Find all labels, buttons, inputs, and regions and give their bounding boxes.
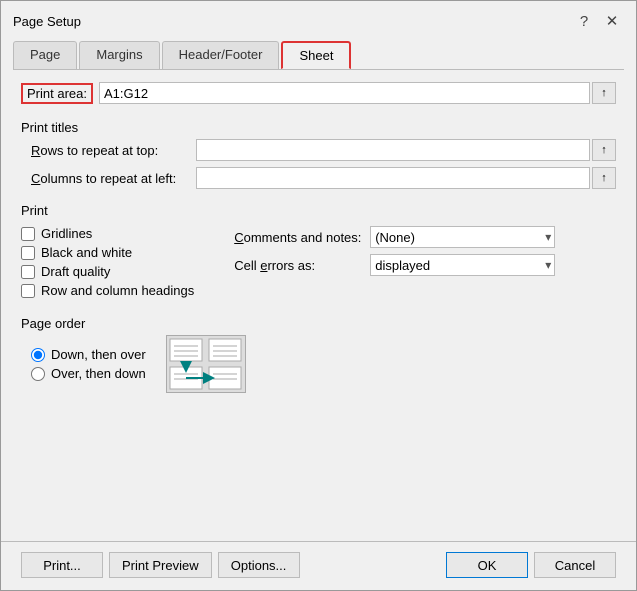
dialog-title: Page Setup (13, 14, 81, 29)
close-button[interactable]: ✕ (600, 9, 624, 33)
cols-repeat-row: Columns to repeat at left: ↑ (31, 167, 616, 189)
cell-errors-label: Cell errors as: (234, 258, 364, 273)
tab-bar: Page Margins Header/Footer Sheet (1, 41, 636, 69)
print-options-area: Gridlines Black and white Draft quality … (21, 226, 616, 298)
footer-left-buttons: Print... Print Preview Options... (21, 552, 300, 578)
cols-repeat-input[interactable] (196, 167, 590, 189)
cols-repeat-label: Columns to repeat at left: (31, 171, 196, 186)
over-then-down-label: Over, then down (51, 366, 146, 381)
print-titles-section: Rows to repeat at top: ↑ Columns to repe… (31, 139, 616, 195)
title-bar: Page Setup ? ✕ (1, 1, 636, 37)
page-setup-dialog: Page Setup ? ✕ Page Margins Header/Foote… (0, 0, 637, 591)
print-area-upload-btn[interactable]: ↑ (592, 82, 616, 104)
print-titles-label: Print titles (21, 120, 616, 135)
page-order-label: Page order (21, 316, 616, 331)
print-dropdowns: Comments and notes: (None) At end of she… (234, 226, 555, 298)
over-then-down-radio[interactable] (31, 367, 45, 381)
draft-quality-checkbox[interactable] (21, 265, 35, 279)
rows-repeat-row: Rows to repeat at top: ↑ (31, 139, 616, 161)
row-col-headings-label: Row and column headings (41, 283, 194, 298)
cols-repeat-upload-btn[interactable]: ↑ (592, 167, 616, 189)
page-order-svg (168, 337, 244, 391)
draft-quality-label: Draft quality (41, 264, 110, 279)
footer-buttons: Print... Print Preview Options... OK Can… (1, 542, 636, 590)
print-area-row: Print area: ↑ (21, 82, 616, 104)
ok-button[interactable]: OK (446, 552, 528, 578)
print-section-label: Print (21, 203, 616, 218)
rows-repeat-upload-btn[interactable]: ↑ (592, 139, 616, 161)
cell-errors-row: Cell errors as: displayed blank -- #N/A (234, 254, 555, 276)
tab-page[interactable]: Page (13, 41, 77, 69)
black-white-checkbox[interactable] (21, 246, 35, 260)
print-preview-button[interactable]: Print Preview (109, 552, 212, 578)
print-checkboxes: Gridlines Black and white Draft quality … (21, 226, 194, 298)
page-order-diagram (166, 335, 246, 393)
down-then-over-label: Down, then over (51, 347, 146, 362)
tab-header-footer[interactable]: Header/Footer (162, 41, 280, 69)
help-button[interactable]: ? (572, 9, 596, 33)
rows-repeat-input[interactable] (196, 139, 590, 161)
gridlines-checkbox[interactable] (21, 227, 35, 241)
cancel-button[interactable]: Cancel (534, 552, 616, 578)
page-order-section: Page order Down, then over Over, then do… (21, 308, 616, 393)
black-white-label: Black and white (41, 245, 132, 260)
down-then-over-radio[interactable] (31, 348, 45, 362)
footer-right-buttons: OK Cancel (446, 552, 616, 578)
print-area-label: Print area: (21, 83, 93, 104)
row-col-headings-checkbox[interactable] (21, 284, 35, 298)
comments-row: Comments and notes: (None) At end of she… (234, 226, 555, 248)
cell-errors-select[interactable]: displayed blank -- #N/A (370, 254, 555, 276)
down-then-over-row[interactable]: Down, then over (31, 347, 146, 362)
draft-quality-row[interactable]: Draft quality (21, 264, 194, 279)
print-area-input[interactable] (99, 82, 590, 104)
black-white-row[interactable]: Black and white (21, 245, 194, 260)
comments-select-wrapper: (None) At end of sheet As displayed on s… (370, 226, 555, 248)
gridlines-label: Gridlines (41, 226, 92, 241)
cell-errors-select-wrapper: displayed blank -- #N/A (370, 254, 555, 276)
tab-sheet[interactable]: Sheet (281, 41, 351, 69)
print-button[interactable]: Print... (21, 552, 103, 578)
tab-margins[interactable]: Margins (79, 41, 159, 69)
over-then-down-row[interactable]: Over, then down (31, 366, 146, 381)
page-order-area: Down, then over Over, then down (21, 335, 616, 393)
comments-select[interactable]: (None) At end of sheet As displayed on s… (370, 226, 555, 248)
comments-label: Comments and notes: (234, 230, 364, 245)
page-order-radio-group: Down, then over Over, then down (31, 347, 146, 381)
gridlines-row[interactable]: Gridlines (21, 226, 194, 241)
row-col-headings-row[interactable]: Row and column headings (21, 283, 194, 298)
options-button[interactable]: Options... (218, 552, 300, 578)
rows-repeat-label: Rows to repeat at top: (31, 143, 196, 158)
sheet-tab-content: Print area: ↑ Print titles Rows to repea… (1, 70, 636, 541)
